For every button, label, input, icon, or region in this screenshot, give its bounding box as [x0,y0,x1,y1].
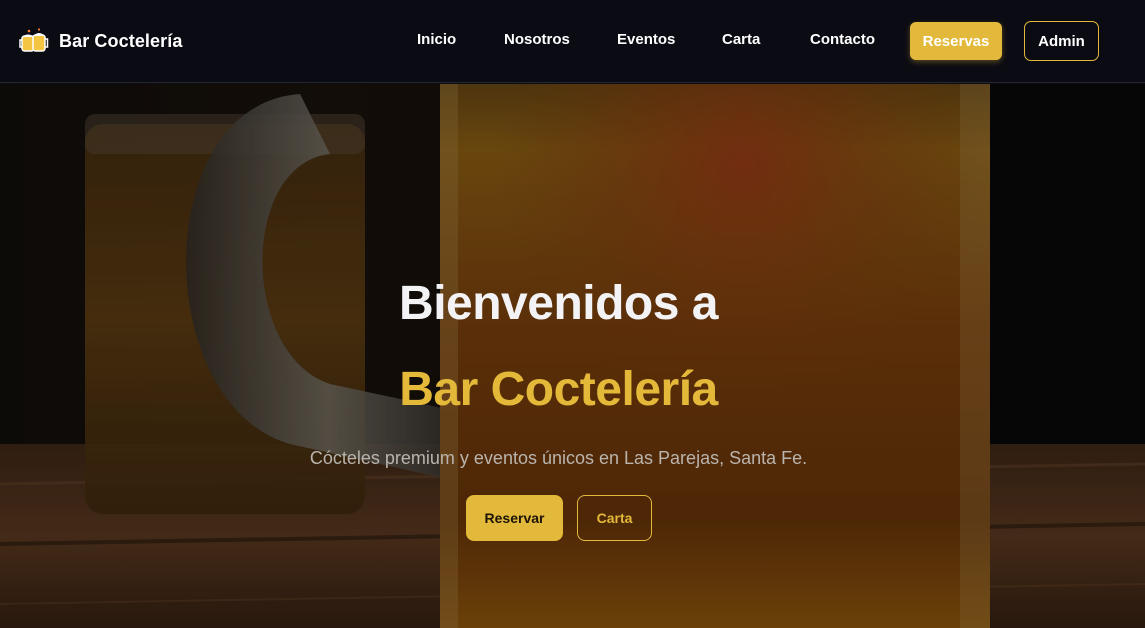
brand-name: Bar Coctelería [59,30,183,51]
hero-title: Bienvenidos a [399,277,718,330]
hero-title-accent: Bar Coctelería [399,363,718,416]
beer-mugs-icon [19,28,49,52]
nav-link-nosotros[interactable]: Nosotros [504,31,570,51]
admin-button[interactable]: Admin [1024,21,1099,61]
hero-subtitle: Cócteles premium y eventos únicos en Las… [309,448,808,468]
navbar: Bar Coctelería Inicio Nosotros Eventos C… [0,0,1145,83]
brand-link[interactable]: Bar Coctelería [19,27,182,55]
hero-section: Bienvenidos a Bar Coctelería Cócteles pr… [0,84,1145,628]
nav-link-inicio[interactable]: Inicio [417,31,456,51]
nav-link-eventos[interactable]: Eventos [617,31,675,51]
reservas-button[interactable]: Reservas [910,22,1002,60]
carta-button[interactable]: Carta [577,495,652,541]
hero-overlay [0,84,1145,628]
reservar-button[interactable]: Reservar [466,495,563,541]
nav-link-carta[interactable]: Carta [722,31,760,51]
nav-link-contacto[interactable]: Contacto [810,31,875,51]
